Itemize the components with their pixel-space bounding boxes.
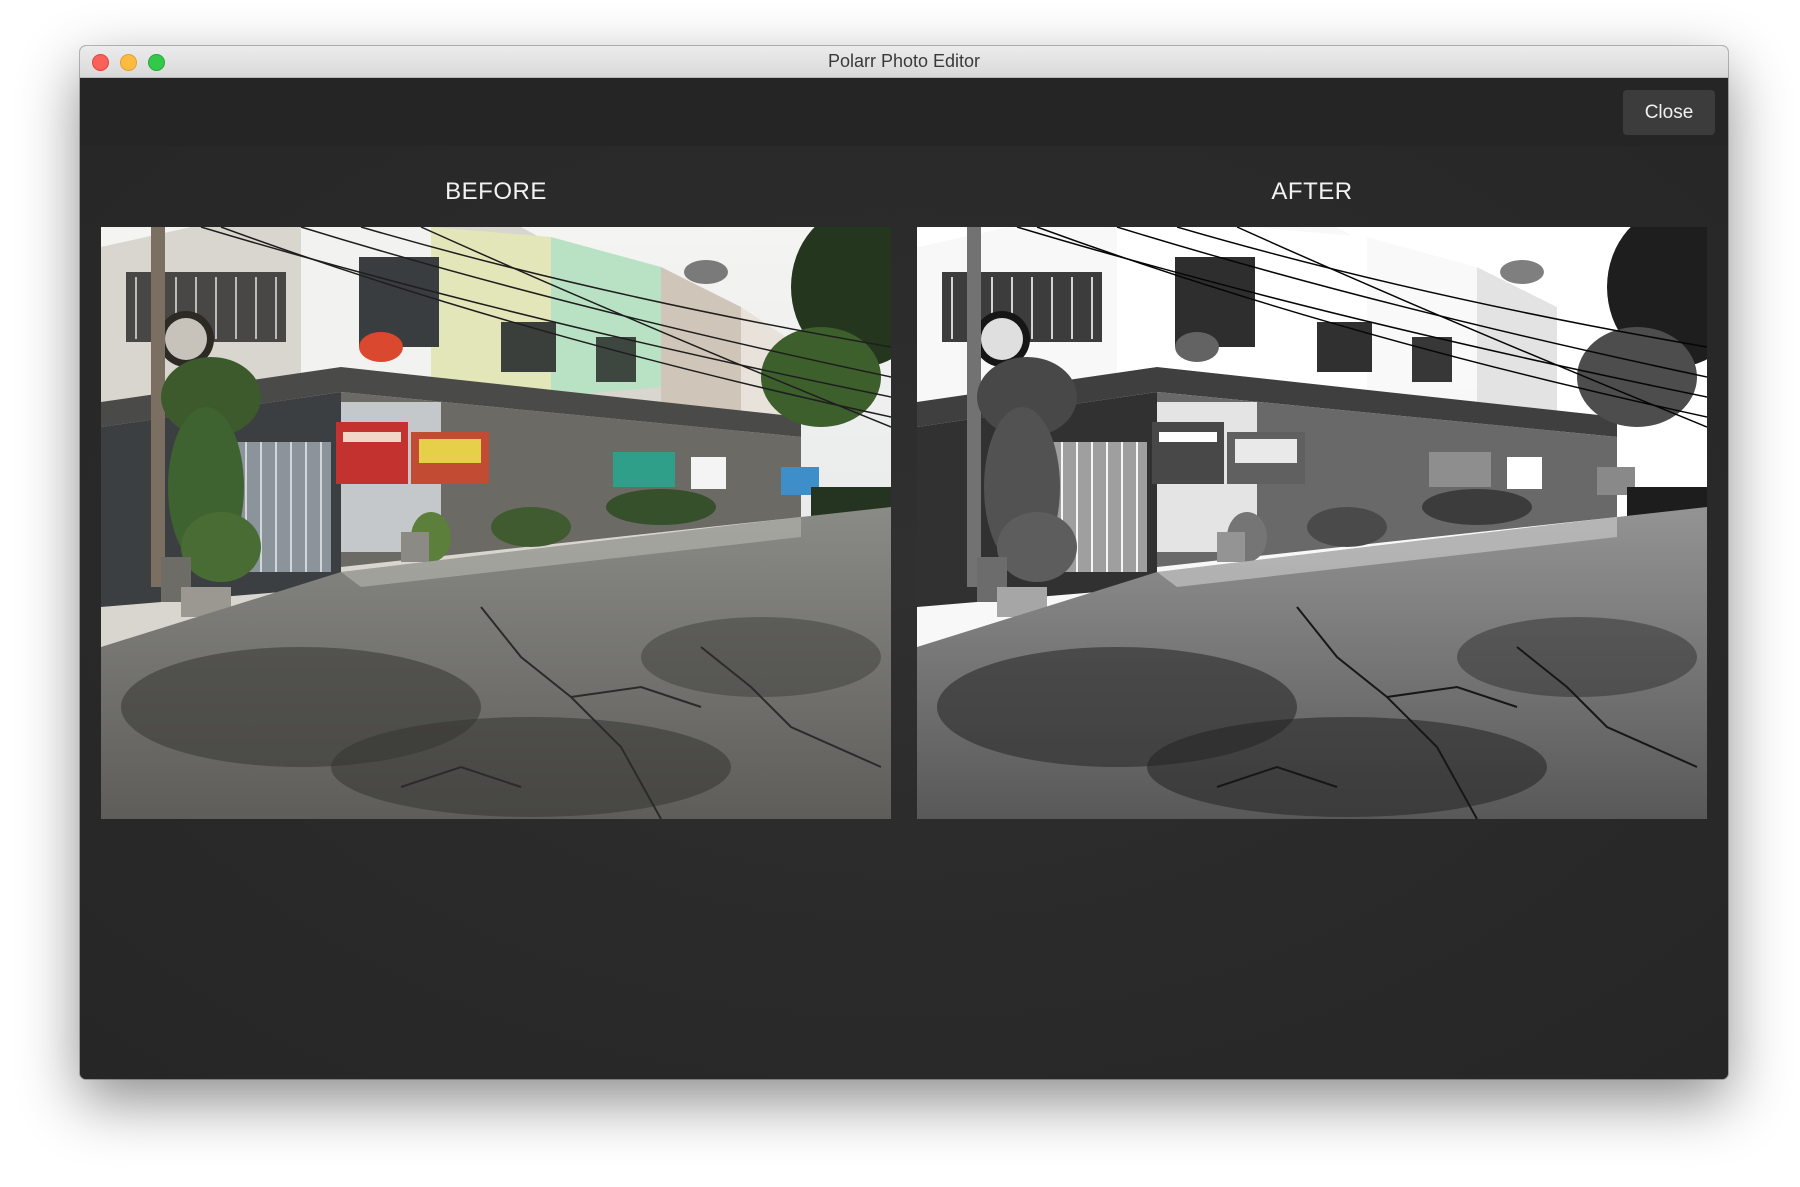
app-window: Polarr Photo Editor Close BEFORE AFTER	[80, 46, 1728, 1079]
before-label: BEFORE	[445, 178, 547, 205]
title-bar: Polarr Photo Editor	[80, 46, 1728, 78]
street-scene-image	[101, 227, 891, 819]
window-title: Polarr Photo Editor	[827, 51, 981, 71]
close-button[interactable]: Close	[1623, 90, 1715, 135]
after-photo	[917, 227, 1707, 819]
after-label: AFTER	[1271, 178, 1353, 205]
street-scene-image-edited	[917, 227, 1707, 819]
before-photo	[101, 227, 891, 819]
top-toolbar: Close	[80, 78, 1728, 146]
